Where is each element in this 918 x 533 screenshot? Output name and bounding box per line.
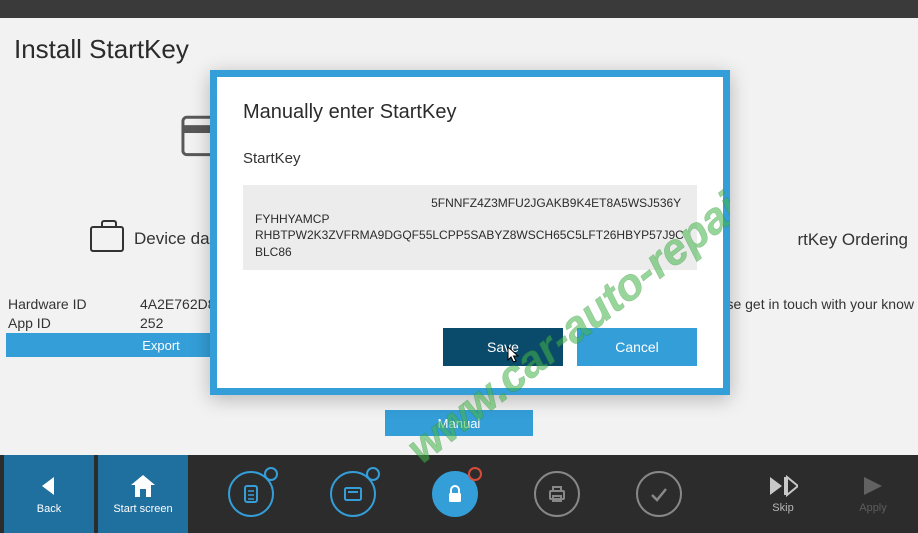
back-button[interactable]: Back xyxy=(4,455,94,533)
back-arrow-icon xyxy=(36,473,62,499)
cancel-button[interactable]: Cancel xyxy=(577,328,697,366)
page-title: Install StartKey xyxy=(14,34,904,65)
screen-tool-icon[interactable] xyxy=(330,471,376,517)
app-id-row: App ID 252 xyxy=(8,315,163,331)
app-id-label: App ID xyxy=(8,315,140,331)
home-icon xyxy=(129,473,157,499)
contact-note: ease get in touch with your know xyxy=(711,296,914,312)
start-screen-button[interactable]: Start screen xyxy=(98,455,188,533)
window-titlebar xyxy=(0,0,918,18)
alert-badge-icon xyxy=(468,467,482,481)
save-button[interactable]: Save xyxy=(443,328,563,366)
startkey-input[interactable]: XXXXXXXXXXXXXXXXXXXXXX5FNNFZ4Z3MFU2JGAKB… xyxy=(243,185,697,270)
check-tool-icon[interactable] xyxy=(636,471,682,517)
modal-dialog: Manually enter StartKey StartKey XXXXXXX… xyxy=(210,70,730,395)
lock-tool-icon[interactable] xyxy=(432,471,478,517)
startkey-ordering-label: rtKey Ordering xyxy=(797,230,908,250)
manual-button[interactable]: Manual xyxy=(385,410,533,436)
modal-button-row: Save Cancel xyxy=(243,328,697,366)
bottom-nav: Back Start screen Skip A xyxy=(0,455,918,533)
info-badge-icon xyxy=(264,467,278,481)
skip-icon xyxy=(768,474,798,498)
info-badge-icon xyxy=(366,467,380,481)
app-id-value: 252 xyxy=(140,315,163,331)
skip-button[interactable]: Skip xyxy=(738,455,828,533)
hardware-id-label: Hardware ID xyxy=(8,296,140,312)
apply-button[interactable]: Apply xyxy=(828,455,918,533)
modal-title: Manually enter StartKey xyxy=(243,101,697,124)
hardware-id-row: Hardware ID 4A2E762D8 xyxy=(8,296,216,312)
printer-tool-icon[interactable] xyxy=(534,471,580,517)
device-data-label: Device da xyxy=(134,229,210,249)
briefcase-icon xyxy=(90,226,124,252)
tool-strip xyxy=(192,455,738,533)
startkey-field-label: StartKey xyxy=(243,150,697,167)
hardware-id-value: 4A2E762D8 xyxy=(140,296,216,312)
play-icon xyxy=(860,474,886,498)
clipboard-tool-icon[interactable] xyxy=(228,471,274,517)
